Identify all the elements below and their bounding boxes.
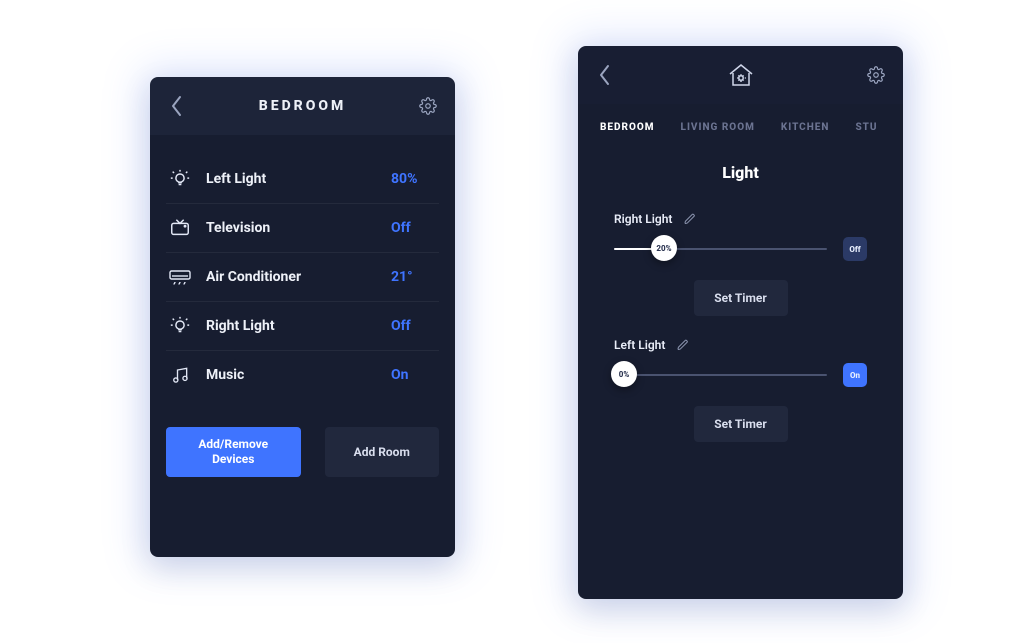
tab-bedroom[interactable]: BEDROOM [600,122,655,133]
device-value: 80% [391,171,439,187]
device-row[interactable]: Air Conditioner21° [166,253,439,302]
back-icon[interactable] [166,95,188,117]
brightness-slider[interactable]: 0% On [614,364,867,386]
tab-living-room[interactable]: LIVING ROOM [681,122,755,133]
device-value: Off [391,318,439,334]
slider-knob[interactable]: 0% [611,361,637,387]
slider-label: Left Light [614,338,665,352]
device-name: Right Light [206,318,391,334]
topbar: BEDROOM [150,77,455,135]
edit-icon[interactable] [677,339,689,351]
slider-block: Left Light 0% On Set Timer [578,338,903,464]
device-row[interactable]: Left Light80% [166,155,439,204]
device-name: Air Conditioner [206,269,391,285]
page-title: BEDROOM [188,98,417,114]
tab-stu[interactable]: STU [855,122,877,133]
device-value: Off [391,220,439,236]
tv-icon [166,214,194,242]
device-name: Left Light [206,171,391,187]
add-room-button[interactable]: Add Room [325,427,440,477]
home-icon[interactable] [616,62,865,88]
brightness-slider[interactable]: 20% Off [614,238,867,260]
device-name: Music [206,367,391,383]
slider-block: Right Light 20% Off Set Timer [578,212,903,338]
device-name: Television [206,220,391,236]
room-devices-screen: BEDROOM Left Light80%TelevisionOffAir Co… [150,77,455,557]
slider-knob[interactable]: 20% [651,235,677,261]
device-row[interactable]: MusicOn [166,351,439,399]
section-title: Light [578,163,903,182]
power-toggle[interactable]: Off [843,237,867,261]
music-icon [166,361,194,389]
device-row[interactable]: Right LightOff [166,302,439,351]
device-value: 21° [391,269,439,285]
back-icon[interactable] [594,64,616,86]
device-value: On [391,367,439,383]
edit-icon[interactable] [684,213,696,225]
device-row[interactable]: TelevisionOff [166,204,439,253]
ac-icon [166,263,194,291]
bulb-icon [166,165,194,193]
settings-icon[interactable] [865,64,887,86]
settings-icon[interactable] [417,95,439,117]
set-timer-button[interactable]: Set Timer [694,280,788,316]
light-control-screen: BEDROOM LIVING ROOM KITCHEN STU Light Right… [578,46,903,599]
add-remove-devices-button[interactable]: Add/Remove Devices [166,427,301,477]
set-timer-button[interactable]: Set Timer [694,406,788,442]
power-toggle[interactable]: On [843,363,867,387]
topbar [578,46,903,104]
tab-kitchen[interactable]: KITCHEN [781,122,830,133]
room-tabs: BEDROOM LIVING ROOM KITCHEN STU [578,104,903,157]
bulb-icon [166,312,194,340]
slider-label: Right Light [614,212,672,226]
